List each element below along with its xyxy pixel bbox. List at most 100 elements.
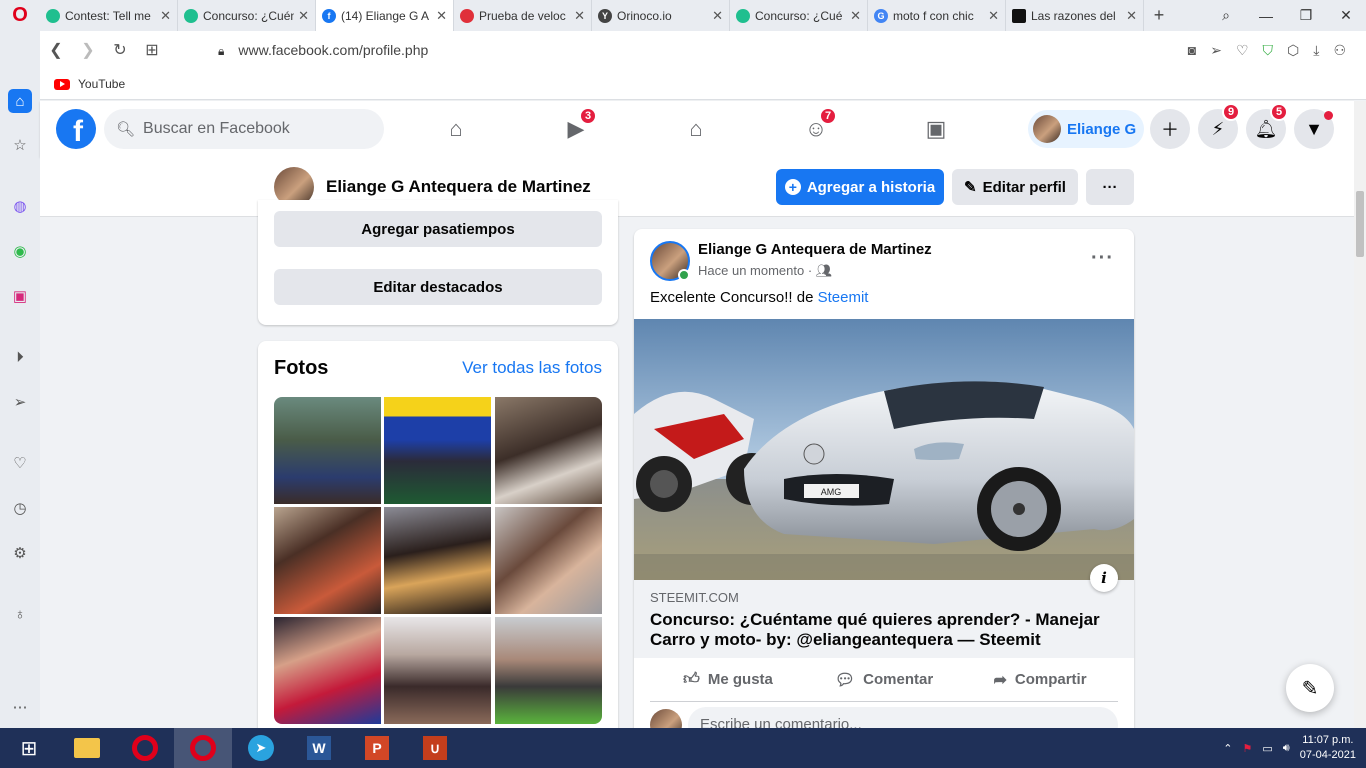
close-tab-icon[interactable]: ✕ [160,8,171,24]
home-icon[interactable]: ⌂ [8,89,32,113]
download-icon[interactable]: ⤓ [1313,42,1319,59]
browser-tab[interactable]: Gmoto f con chic ✕ [868,0,1006,31]
audience-friends-icon[interactable]: 👥︎ [816,263,833,278]
star-icon[interactable]: ☆ [8,133,32,157]
see-all-photos-link[interactable]: Ver todas las fotos [462,358,602,378]
comment-button[interactable]: 💬︎ Comentar [806,658,962,701]
info-icon[interactable]: i [1090,564,1118,592]
more-options-button[interactable]: ··· [1086,169,1134,205]
new-tab-icon[interactable]: + [1144,5,1174,26]
send-icon[interactable]: ➢ [8,390,32,414]
tab-search-icon[interactable]: ⌕ [1206,0,1246,31]
close-tab-icon[interactable]: ✕ [850,8,861,24]
restore-icon[interactable]: ❐ [1286,0,1326,31]
new-message-button[interactable]: ✎ [1286,664,1334,712]
notifications-button[interactable]: 🔔︎ 5 [1246,103,1289,149]
messenger-button[interactable]: ⚡︎ 9 [1198,103,1241,149]
word-icon[interactable]: W [290,728,348,768]
steemit-link[interactable]: Steemit [818,289,869,306]
send-icon[interactable]: ➢ [1210,42,1222,59]
photo-thumbnail[interactable] [495,617,602,724]
minimize-icon[interactable]: — [1246,0,1286,31]
close-tab-icon[interactable]: ✕ [574,8,585,24]
create-button[interactable]: ＋ [1150,109,1190,149]
browser-tab[interactable]: Las razones del ✕ [1006,0,1144,31]
chevron-up-icon[interactable]: ⌃ [1223,742,1232,755]
search-input[interactable]: 🔍︎ Buscar en Facebook [104,109,384,149]
pdf-app-icon[interactable]: ∪ [406,728,464,768]
account-menu-button[interactable]: ▼ [1294,109,1334,149]
photo-thumbnail[interactable] [274,397,381,504]
post-timestamp[interactable]: Hace un momento · 👥︎ [698,263,832,279]
add-story-button[interactable]: + Agregar a historia [776,169,944,205]
add-hobbies-button[interactable]: Agregar pasatiempos [274,211,602,247]
heart-icon[interactable]: ♡ [8,451,32,475]
security-alert-icon[interactable]: ⚑ [1243,742,1253,755]
like-button[interactable]: 👍︎ Me gusta [650,658,806,701]
adblock-shield-icon[interactable]: ⛉ [1263,42,1274,59]
bookmark-youtube[interactable]: YouTube [78,77,125,91]
network-icon[interactable]: ▭ [1262,742,1272,755]
url-field[interactable]: 🔒︎ www.facebook.com/profile.php [218,42,428,59]
nav-marketplace[interactable]: ⌂ [656,101,736,157]
browser-tab[interactable]: Prueba de veloc ✕ [454,0,592,31]
post-options-icon[interactable]: ··· [1091,247,1114,270]
link-preview[interactable]: i STEEMIT.COM Concurso: ¿Cuéntame qué qu… [634,564,1134,658]
nav-gaming[interactable]: ▣ [896,101,976,157]
settings-icon[interactable]: ⚙ [8,541,32,565]
volume-icon[interactable]: 🔊︎ [1283,742,1290,755]
close-tab-icon[interactable]: ✕ [1126,8,1137,24]
file-explorer-icon[interactable] [58,728,116,768]
page-scrollbar[interactable] [1354,101,1366,728]
close-tab-icon[interactable]: ✕ [298,8,309,24]
more-icon[interactable]: ⋯ [8,695,32,719]
share-button[interactable]: ➦ Compartir [962,658,1118,701]
profile-name[interactable]: Eliange G Antequera de Martinez [326,177,591,197]
account-icon[interactable]: ⚇ [1333,42,1346,59]
close-tab-icon[interactable]: ✕ [712,8,723,24]
speed-dial-icon[interactable]: ⊞ [136,40,168,60]
nav-watch[interactable]: ▶ 3 [536,101,616,157]
edit-profile-button[interactable]: ✎ Editar perfil [952,169,1078,205]
photo-thumbnail[interactable] [274,617,381,724]
browser-tab[interactable]: Concurso: ¿Cuénta✕ [178,0,316,31]
opera-taskbar-icon[interactable] [116,728,174,768]
photo-thumbnail[interactable] [384,617,491,724]
photo-thumbnail[interactable] [384,507,491,614]
browser-tab[interactable]: Contest: Tell me ✕ [40,0,178,31]
close-tab-icon[interactable]: ✕ [988,8,999,24]
back-icon[interactable]: ❮ [40,40,72,60]
nav-home[interactable]: ⌂ [416,101,496,157]
link-preview-image[interactable]: AMG [634,319,1134,580]
bulb-icon[interactable]: ♁ [8,602,32,626]
powerpoint-icon[interactable]: P [348,728,406,768]
post-author-name[interactable]: Eliange G Antequera de Martinez [698,241,932,258]
opera-menu-icon[interactable]: O [0,0,40,31]
instagram-icon[interactable]: ▣ [8,284,32,308]
messenger-icon[interactable]: ◍ [8,194,32,218]
reload-icon[interactable]: ↻ [104,40,136,60]
photo-thumbnail[interactable] [274,507,381,614]
windows-start-icon[interactable]: ⊞ [0,728,58,768]
photo-thumbnail[interactable] [495,397,602,504]
opera-active-taskbar-icon[interactable] [174,728,232,768]
snapshot-icon[interactable]: ◙ [1188,42,1196,58]
edit-featured-button[interactable]: Editar destacados [274,269,602,305]
player-icon[interactable]: ⏵ [8,345,32,369]
scroll-thumb[interactable] [1356,191,1364,257]
photo-thumbnail[interactable] [384,397,491,504]
clock[interactable]: 11:07 p.m. 07-04-2021 [1300,733,1356,763]
whatsapp-icon[interactable]: ◉ [8,239,32,263]
cube-icon[interactable]: ⬡ [1287,42,1299,59]
nav-groups[interactable]: ☺ 7 [776,101,856,157]
telegram-icon[interactable]: ➤ [232,728,290,768]
forward-icon[interactable]: ❯ [72,40,104,60]
browser-tab[interactable]: Y Orinoco.io ✕ [592,0,730,31]
facebook-logo-icon[interactable]: f [56,109,96,149]
close-tab-icon[interactable]: ✕ [436,8,447,24]
heart-icon[interactable]: ♡ [1236,42,1249,59]
browser-tab-active[interactable]: f (14) Eliange G A ✕ [316,0,454,31]
link-title[interactable]: Concurso: ¿Cuéntame qué quieres aprender… [650,610,1110,650]
close-window-icon[interactable]: ✕ [1326,0,1366,31]
photo-thumbnail[interactable] [495,507,602,614]
